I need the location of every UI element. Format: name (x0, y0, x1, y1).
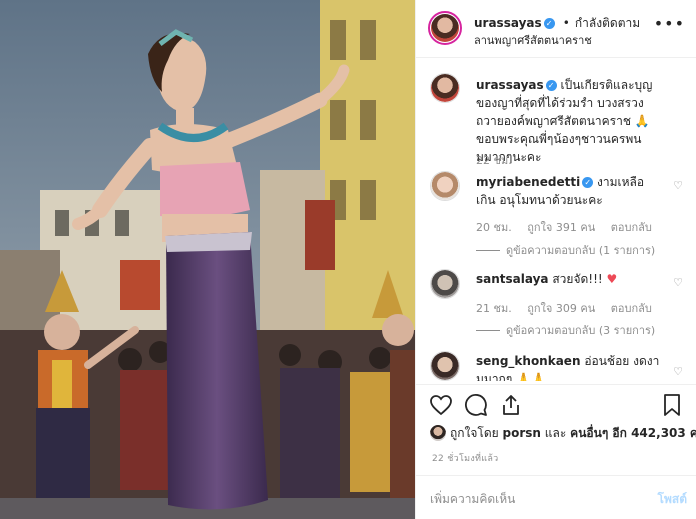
comment-like-icon[interactable]: ♡ (673, 276, 683, 289)
verified-badge-icon: ✓ (545, 80, 557, 91)
view-replies-label: ดูข้อความตอบกลับ (3 รายการ) (506, 324, 656, 337)
separator-dot: • (562, 16, 570, 30)
heart-icon[interactable] (429, 393, 453, 417)
likes-others[interactable]: คนอื่นๆ อีก 442,303 คน (570, 426, 696, 440)
post-header: urassayas ✓ • กำลังติดตาม ลานพญาศรีสัตตนา… (416, 0, 696, 58)
post-details-panel: urassayas ✓ • กำลังติดตาม ลานพญาศรีสัตตนา… (415, 0, 696, 519)
following-button[interactable]: กำลังติดตาม (575, 16, 640, 30)
view-replies-button[interactable]: ดูข้อความตอบกลับ (1 รายการ) (476, 241, 655, 259)
comment-meta: 21 ชม. ถูกใจ 309 คน ตอบกลับ (476, 299, 664, 317)
comment-like-icon[interactable]: ♡ (673, 179, 683, 192)
caption-time: 22 ชม. (476, 154, 512, 167)
post-photo[interactable] (0, 0, 415, 519)
comment-time: 20 ชม. (476, 221, 512, 234)
comment-text: สวยจัด!!! (552, 272, 603, 286)
red-heart-emoji-icon: ♥ (606, 272, 618, 286)
comment-reply-button[interactable]: ตอบกลับ (611, 302, 652, 315)
comment-reply-button[interactable]: ตอบกลับ (611, 221, 652, 234)
post-actions-bar (416, 384, 696, 424)
verified-badge-icon: ✓ (582, 177, 594, 188)
author-avatar[interactable] (428, 11, 462, 45)
caption-author-avatar[interactable] (430, 73, 460, 103)
comments-list[interactable]: urassayas ✓ เป็นเกียรติและบุญของญาที่สุดท… (416, 59, 696, 381)
caption-username[interactable]: urassayas (476, 78, 544, 92)
view-replies-button[interactable]: ดูข้อความตอบกลับ (3 รายการ) (476, 321, 655, 339)
post-comment-button[interactable]: โพสต์ (658, 490, 687, 509)
likes-middle: และ (544, 426, 567, 440)
comment-like-icon[interactable]: ♡ (673, 365, 683, 378)
comment-text-block: santsalaya สวยจัด!!! ♥ (476, 270, 672, 288)
likes-summary: ถูกใจโดย porsn และ คนอื่นๆ อีก 442,303 ค… (430, 424, 696, 443)
comment-like-count[interactable]: ถูกใจ 391 คน (527, 221, 595, 234)
likes-prefix: ถูกใจโดย (450, 426, 499, 440)
comment-time: 21 ชม. (476, 302, 512, 315)
comment-text-block: myriabenedetti ✓ งามเหลือเกิน อนุโมทนาด้ว… (476, 173, 662, 209)
commenter-avatar[interactable] (430, 171, 460, 201)
likes-user[interactable]: porsn (503, 426, 541, 440)
view-replies-label: ดูข้อความตอบกลับ (1 รายการ) (506, 244, 656, 257)
liker-avatar[interactable] (430, 425, 446, 441)
commenter-avatar[interactable] (430, 269, 460, 299)
replies-divider (476, 250, 500, 251)
post-timestamp[interactable]: 22 ชั่วโมงที่แล้ว (432, 451, 499, 465)
dancer-photo-illustration (0, 0, 415, 519)
more-icon[interactable]: ••• (654, 14, 685, 33)
replies-divider (476, 330, 500, 331)
verified-badge-icon: ✓ (543, 18, 555, 29)
comment-like-count[interactable]: ถูกใจ 309 คน (527, 302, 595, 315)
comment-text-block: seng_khonkaen อ่อนช้อย งดงามมากๆ 🙏🙏 (476, 352, 662, 381)
comment-meta: 20 ชม. ถูกใจ 391 คน ตอบกลับ (476, 218, 664, 236)
author-username[interactable]: urassayas (474, 16, 542, 30)
add-comment-input[interactable]: เพิ่มความคิดเห็น (430, 490, 515, 509)
post-location[interactable]: ลานพญาศรีสัตตนาคราช (474, 31, 592, 49)
commenter-avatar[interactable] (430, 351, 460, 381)
share-icon[interactable] (499, 393, 523, 417)
commenter-username[interactable]: seng_khonkaen (476, 354, 580, 368)
add-comment-bar: เพิ่มความคิดเห็น โพสต์ (416, 475, 696, 519)
comment-icon[interactable] (464, 393, 488, 417)
bookmark-icon[interactable] (660, 393, 684, 417)
commenter-username[interactable]: santsalaya (476, 272, 549, 286)
commenter-username[interactable]: myriabenedetti (476, 175, 580, 189)
